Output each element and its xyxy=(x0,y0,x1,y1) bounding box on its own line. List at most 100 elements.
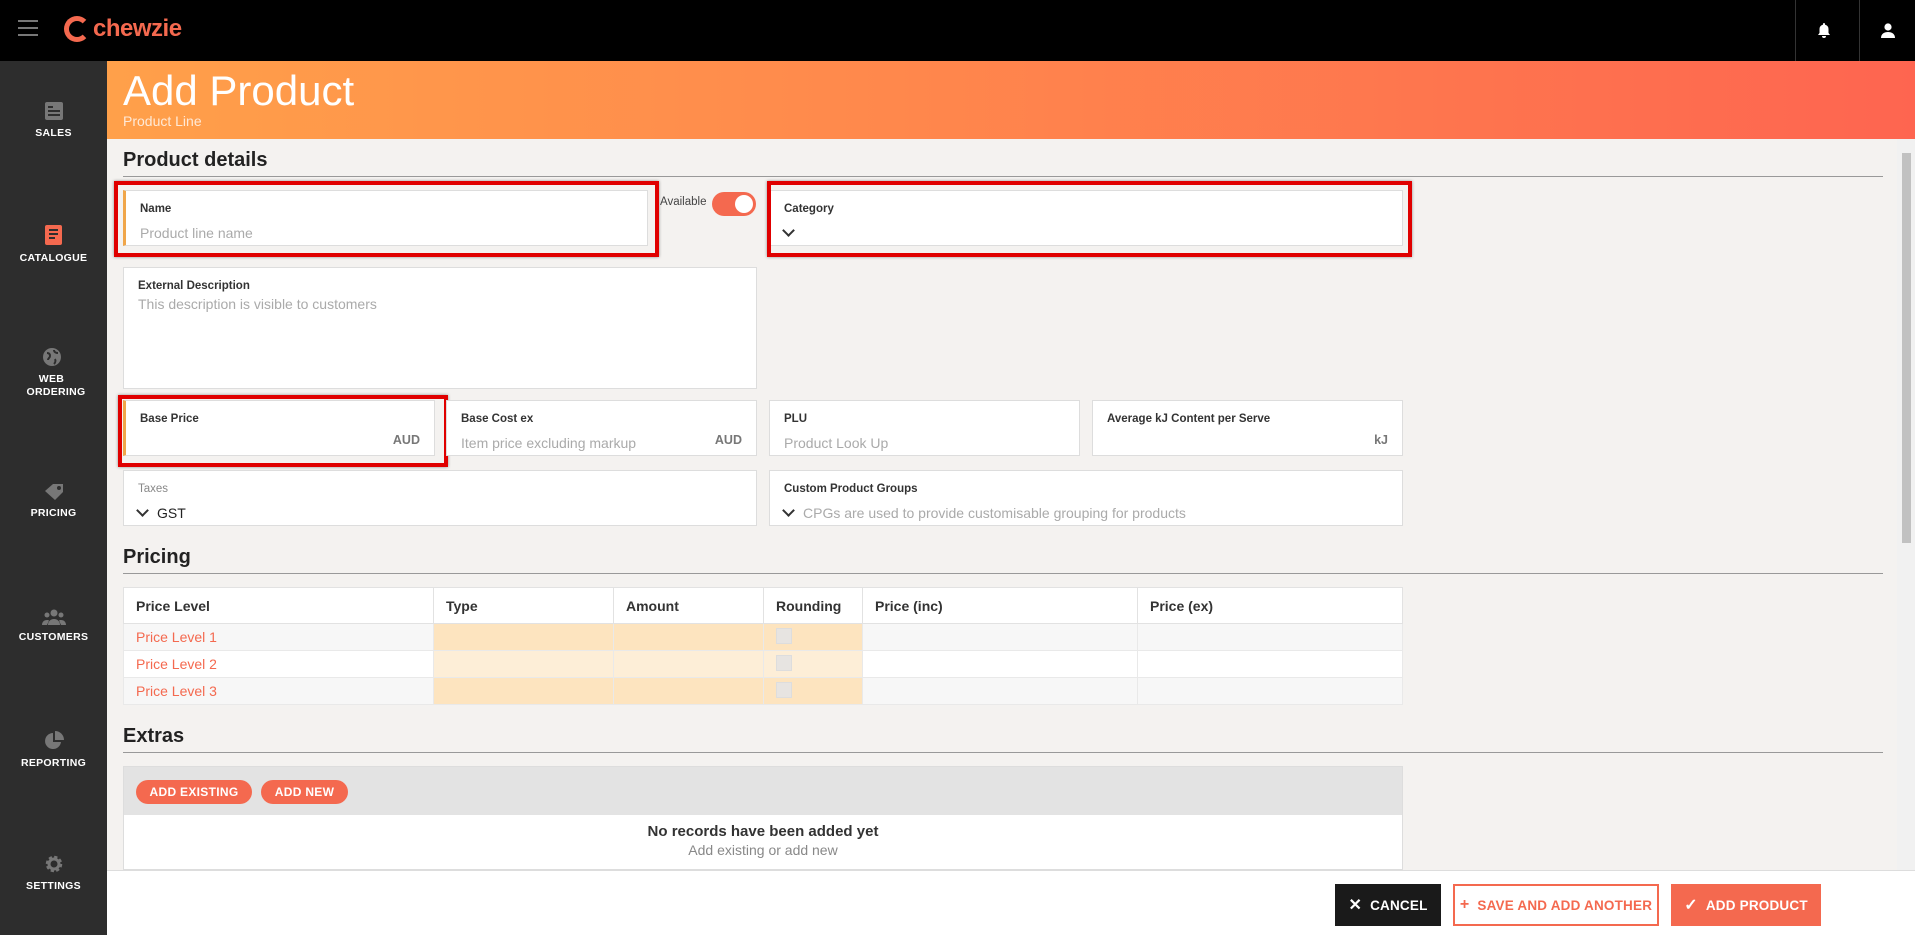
price-amount-cell[interactable] xyxy=(613,623,764,651)
sidebar-item-web-ordering[interactable]: WEB ORDERING xyxy=(0,347,103,399)
column-header: Price Level xyxy=(123,587,434,624)
rounding-checkbox[interactable] xyxy=(776,681,792,698)
external-description-field[interactable]: External Description This description is… xyxy=(123,267,757,389)
add-existing-button[interactable]: ADD EXISTING xyxy=(136,780,252,804)
close-icon: ✕ xyxy=(1348,897,1363,914)
taxes-field[interactable]: Taxes GST xyxy=(123,470,757,526)
notifications-button[interactable] xyxy=(1795,0,1851,61)
price-type-cell[interactable] xyxy=(433,623,614,651)
plu-field[interactable]: PLU Product Look Up xyxy=(769,400,1080,456)
logo[interactable]: chewzie xyxy=(64,14,182,44)
cancel-button[interactable]: ✕ CANCEL xyxy=(1335,884,1441,926)
section-divider xyxy=(123,752,1883,753)
available-toggle[interactable] xyxy=(712,192,756,216)
taxes-select[interactable]: GST xyxy=(136,504,186,521)
price-amount-cell[interactable] xyxy=(613,650,764,678)
sidebar-item-customers[interactable]: CUSTOMERS xyxy=(0,609,107,644)
sidebar-item-label: CUSTOMERS xyxy=(18,631,89,643)
price-rounding-cell[interactable] xyxy=(763,677,863,705)
plu-input[interactable]: Product Look Up xyxy=(784,435,888,451)
price-level-name[interactable]: Price Level 1 xyxy=(123,623,434,651)
action-footer: ✕ CANCEL + SAVE AND ADD ANOTHER ✓ ADD PRODU… xyxy=(107,870,1915,935)
hamburger-menu-icon[interactable] xyxy=(18,20,38,36)
scrollbar[interactable] xyxy=(1897,139,1915,870)
extras-title: Extras xyxy=(123,725,185,747)
extras-panel: ADD EXISTING ADD NEW No records have bee… xyxy=(123,766,1403,870)
average-kj-label: Average kJ Content per Serve xyxy=(1107,413,1271,425)
price-ex-cell xyxy=(1137,677,1403,705)
chevron-down-icon xyxy=(136,504,149,517)
chevron-down-icon xyxy=(782,504,795,517)
table-row: Price Level 2 xyxy=(123,650,1403,678)
rounding-checkbox[interactable] xyxy=(776,654,792,671)
section-divider xyxy=(123,573,1883,574)
sidebar-item-reporting[interactable]: REPORTING xyxy=(0,731,107,770)
save-and-add-another-label: SAVE AND ADD ANOTHER xyxy=(1477,897,1653,913)
rounding-checkbox[interactable] xyxy=(776,627,792,644)
base-cost-field[interactable]: Base Cost ex Item price excluding markup… xyxy=(446,400,757,456)
cancel-label: CANCEL xyxy=(1370,897,1428,913)
user-icon xyxy=(1880,23,1895,38)
price-inc-cell xyxy=(862,623,1138,651)
sidebar-item-label: WEB ORDERING xyxy=(26,373,86,398)
sidebar-item-label: PRICING xyxy=(30,507,77,519)
price-type-cell[interactable] xyxy=(433,677,614,705)
pie-chart-icon xyxy=(44,731,64,749)
page-header: Add Product Product Line xyxy=(107,61,1915,139)
account-button[interactable] xyxy=(1859,0,1915,61)
custom-product-groups-label: Custom Product Groups xyxy=(784,483,918,495)
logo-mark xyxy=(64,16,90,42)
external-description-input[interactable]: This description is visible to customers xyxy=(138,296,377,312)
external-description-label: External Description xyxy=(138,280,250,292)
custom-product-groups-field[interactable]: Custom Product Groups CPGs are used to p… xyxy=(769,470,1403,526)
highlight-base-price xyxy=(118,395,448,467)
pricing-title: Pricing xyxy=(123,546,191,568)
plus-icon: + xyxy=(1459,896,1470,913)
logo-text: chewzie xyxy=(93,15,182,42)
column-header: Price (inc) xyxy=(862,587,1138,624)
sidebar-item-settings[interactable]: SETTINGS xyxy=(0,854,107,893)
sidebar-item-pricing[interactable]: PRICING xyxy=(0,483,107,520)
plu-label: PLU xyxy=(784,413,807,425)
available-label: Available xyxy=(660,196,707,208)
pricing-table: Price Level Type Amount Rounding Price (… xyxy=(123,587,1403,705)
form-content: Product details Name Product line name A… xyxy=(107,139,1897,870)
base-cost-input[interactable]: Item price excluding markup xyxy=(461,435,636,451)
page-subtitle: Product Line xyxy=(123,113,202,129)
gear-icon xyxy=(45,855,62,873)
price-type-cell[interactable] xyxy=(433,650,614,678)
sidebar-item-catalogue[interactable]: CATALOGUE xyxy=(0,224,107,265)
section-divider xyxy=(123,176,1883,177)
save-and-add-another-button[interactable]: + SAVE AND ADD ANOTHER xyxy=(1453,884,1659,926)
add-product-button[interactable]: ✓ ADD PRODUCT xyxy=(1671,884,1821,926)
highlight-category xyxy=(767,181,1412,257)
empty-state-title: No records have been added yet xyxy=(647,823,879,840)
highlight-name xyxy=(114,181,659,257)
price-inc-cell xyxy=(862,650,1138,678)
product-details-title: Product details xyxy=(123,149,268,171)
globe-icon xyxy=(42,348,61,366)
check-icon: ✓ xyxy=(1684,897,1698,914)
average-kj-field[interactable]: Average kJ Content per Serve kJ xyxy=(1092,400,1403,456)
sidebar-item-label: SALES xyxy=(35,127,72,139)
top-bar: chewzie xyxy=(0,0,1915,61)
table-row: Price Level 1 xyxy=(123,623,1403,651)
extras-toolbar: ADD EXISTING ADD NEW xyxy=(124,767,1402,815)
column-header: Type xyxy=(433,587,614,624)
custom-product-groups-placeholder: CPGs are used to provide customisable gr… xyxy=(803,505,1186,521)
price-rounding-cell[interactable] xyxy=(763,623,863,651)
table-row: Price Level 3 xyxy=(123,677,1403,705)
price-rounding-cell[interactable] xyxy=(763,650,863,678)
add-new-button[interactable]: ADD NEW xyxy=(261,780,348,804)
price-level-name[interactable]: Price Level 3 xyxy=(123,677,434,705)
price-level-name[interactable]: Price Level 2 xyxy=(123,650,434,678)
add-product-label: ADD PRODUCT xyxy=(1705,897,1808,913)
taxes-value: GST xyxy=(157,505,186,521)
scrollbar-thumb[interactable] xyxy=(1902,153,1911,543)
sidebar-item-sales[interactable]: SALES xyxy=(0,101,107,140)
sidebar-item-label: REPORTING xyxy=(20,757,87,769)
custom-product-groups-select[interactable]: CPGs are used to provide customisable gr… xyxy=(782,504,1186,521)
bell-icon xyxy=(1817,22,1830,38)
catalogue-book-icon xyxy=(44,225,62,245)
price-amount-cell[interactable] xyxy=(613,677,764,705)
